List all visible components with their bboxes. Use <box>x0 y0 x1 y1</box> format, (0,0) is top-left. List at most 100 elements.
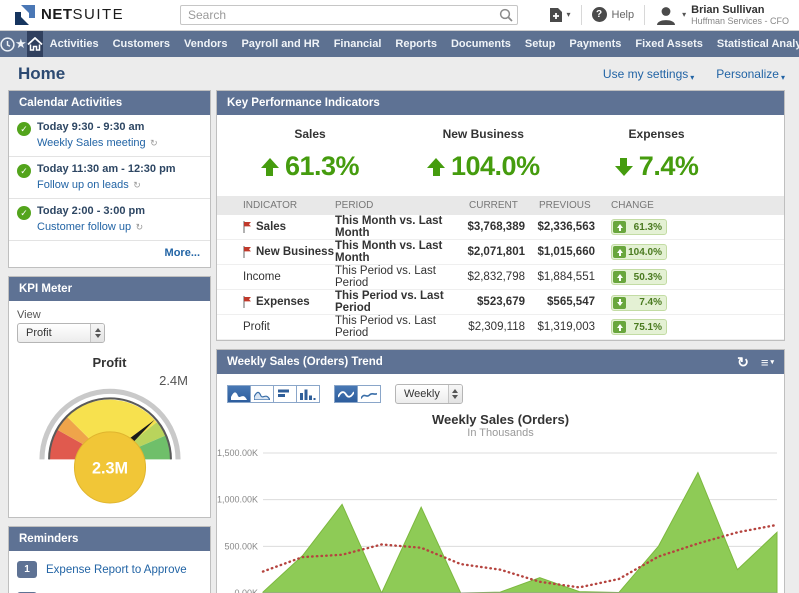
refresh-icon[interactable]: ↻ <box>737 354 749 371</box>
create-new-button[interactable]: ▾ <box>549 7 570 23</box>
up-arrow-icon <box>613 271 626 283</box>
clock-icon <box>0 37 15 52</box>
svg-text:0.00K: 0.00K <box>234 588 258 593</box>
kpi-table-header: INDICATOR PERIOD CURRENT PREVIOUS CHANGE <box>217 196 784 215</box>
svg-text:1,500.00K: 1,500.00K <box>217 448 258 458</box>
help-button[interactable]: ? Help <box>592 7 635 22</box>
event-link[interactable]: Customer follow up <box>37 221 131 233</box>
menu-icon: ≡ <box>761 355 769 370</box>
event-time: Today 9:30 - 9:30 am <box>37 121 158 133</box>
kpi-table-row: Income This Period vs. Last Period $2,83… <box>217 265 784 290</box>
recent-records-button[interactable] <box>0 31 15 57</box>
caret-down-icon: ▾ <box>682 10 686 19</box>
nav-item-vendors[interactable]: Vendors <box>177 31 234 57</box>
trend-interval-select[interactable]: Weekly <box>395 384 463 404</box>
reminder-link[interactable]: Expense Report to Approve <box>46 564 187 576</box>
home-icon <box>27 37 43 51</box>
netsuite-logo-icon <box>14 4 36 26</box>
global-search <box>180 5 518 25</box>
help-icon: ? <box>592 7 607 22</box>
chart-line-button[interactable] <box>357 385 381 403</box>
calendar-portlet-header[interactable]: Calendar Activities <box>9 91 210 115</box>
portlet-menu-button[interactable]: ≡▾ <box>761 355 774 370</box>
down-arrow-icon <box>615 158 633 176</box>
page-title: Home <box>18 64 65 84</box>
user-menu[interactable]: ▾ Brian Sullivan Huffman Services - CFO <box>655 4 789 27</box>
chart-type-area-outline-button[interactable] <box>250 385 274 403</box>
gauge-title: Profit <box>17 355 202 370</box>
brand-text-light: SUITE <box>73 6 125 23</box>
nav-item-documents[interactable]: Documents <box>444 31 518 57</box>
calendar-activities-portlet: Calendar Activities ✓ Today 9:30 - 9:30 … <box>8 90 211 268</box>
recurring-icon: ↻ <box>136 222 144 232</box>
reminder-item: 39 Bills to Pay <box>9 585 210 593</box>
search-icon[interactable] <box>499 8 513 27</box>
chart-type-bar-button[interactable] <box>273 385 297 403</box>
chart-title: Weekly Sales (Orders) <box>217 412 784 427</box>
nav-item-statistical-analysis[interactable]: Statistical Analysis <box>710 31 799 57</box>
nav-item-payroll-and-hr[interactable]: Payroll and HR <box>234 31 326 57</box>
kpi-meter-portlet: KPI Meter View Profit Profit 2.4M <box>8 276 211 518</box>
trend-portlet: Weekly Sales (Orders) Trend ↻ ≡▾ <box>216 349 785 593</box>
kpi-highlight-expenses: Expenses 7.4% <box>602 127 712 182</box>
calendar-event: ✓ Today 11:30 am - 12:30 pm Follow up on… <box>9 157 210 199</box>
caret-down-icon: ▾ <box>781 73 785 82</box>
chart-type-column-button[interactable] <box>296 385 320 403</box>
divider <box>581 5 582 25</box>
kpi-gauge: Profit 2.4M 2.3M <box>17 355 202 509</box>
personalize-link[interactable]: Personalize▾ <box>716 67 785 81</box>
calendar-event: ✓ Today 9:30 - 9:30 am Weekly Sales meet… <box>9 115 210 157</box>
svg-text:500.00K: 500.00K <box>224 541 258 551</box>
tab-home[interactable] <box>27 31 43 57</box>
chart-line-smooth-button[interactable] <box>334 385 358 403</box>
caret-down-icon: ▾ <box>690 73 694 82</box>
use-my-settings-link[interactable]: Use my settings▾ <box>603 67 694 81</box>
topbar: NETSUITE ▾ ? Help <box>0 0 799 31</box>
more-link[interactable]: More... <box>165 247 200 259</box>
shortcuts-button[interactable]: ★ <box>15 31 27 57</box>
kpi-table-row: Sales This Month vs. Last Month $3,768,3… <box>217 215 784 240</box>
change-badge: 75.1% <box>611 319 667 335</box>
gauge-value: 2.3M <box>91 460 127 478</box>
gauge-meter: 2.3M <box>21 372 199 504</box>
kpi-highlight-sales: Sales 61.3% <box>255 127 365 182</box>
chart-toolbar: Weekly <box>217 382 784 410</box>
select-stepper-icon <box>90 324 104 342</box>
kpi-portlet-header[interactable]: Key Performance Indicators <box>217 91 784 115</box>
kpi-meter-portlet-header[interactable]: KPI Meter <box>9 277 210 301</box>
kpi-highlights: Sales 61.3% New Business 104.0% Expenses… <box>217 115 784 196</box>
nav-item-customers[interactable]: Customers <box>106 31 177 57</box>
nav-item-activities[interactable]: Activities <box>43 31 106 57</box>
brand-text-bold: NET <box>41 6 73 23</box>
event-link[interactable]: Follow up on leads <box>37 179 129 191</box>
gauge-max-label: 2.4M <box>159 373 188 388</box>
nav-item-payments[interactable]: Payments <box>562 31 628 57</box>
kpi-highlight-new-business: New Business 104.0% <box>427 127 540 182</box>
nav-item-reports[interactable]: Reports <box>388 31 444 57</box>
event-link[interactable]: Weekly Sales meeting <box>37 137 146 149</box>
kpi-view-select[interactable]: Profit <box>17 323 105 343</box>
caret-down-icon: ▾ <box>566 10 570 19</box>
change-badge: 104.0% <box>611 244 667 260</box>
star-icon: ★ <box>15 36 27 52</box>
reminder-count-badge: 1 <box>17 561 37 578</box>
up-arrow-icon <box>613 221 626 233</box>
weekly-sales-chart: 0.00K500.00K1,000.00K1,500.00K17. Feb3. … <box>217 441 784 593</box>
trend-portlet-header[interactable]: Weekly Sales (Orders) Trend ↻ ≡▾ <box>217 350 784 374</box>
flag-icon <box>243 296 252 308</box>
search-input[interactable] <box>180 5 518 25</box>
nav-item-financial[interactable]: Financial <box>327 31 389 57</box>
reminders-portlet-header[interactable]: Reminders <box>9 527 210 551</box>
netsuite-logo[interactable]: NETSUITE <box>0 4 180 26</box>
down-arrow-icon <box>613 297 626 309</box>
kpi-portlet: Key Performance Indicators Sales 61.3% N… <box>216 90 785 341</box>
chart-type-area-button[interactable] <box>227 385 251 403</box>
nav-item-fixed-assets[interactable]: Fixed Assets <box>628 31 709 57</box>
nav-item-setup[interactable]: Setup <box>518 31 563 57</box>
calendar-event: ✓ Today 2:00 - 3:00 pm Customer follow u… <box>9 199 210 241</box>
create-new-icon <box>549 7 563 23</box>
netsuite-dashboard: NETSUITE ▾ ? Help <box>0 0 799 593</box>
main-content: Key Performance Indicators Sales 61.3% N… <box>216 90 785 593</box>
sidebar: Calendar Activities ✓ Today 9:30 - 9:30 … <box>8 90 211 593</box>
reminder-item: 1 Expense Report to Approve <box>9 554 210 585</box>
